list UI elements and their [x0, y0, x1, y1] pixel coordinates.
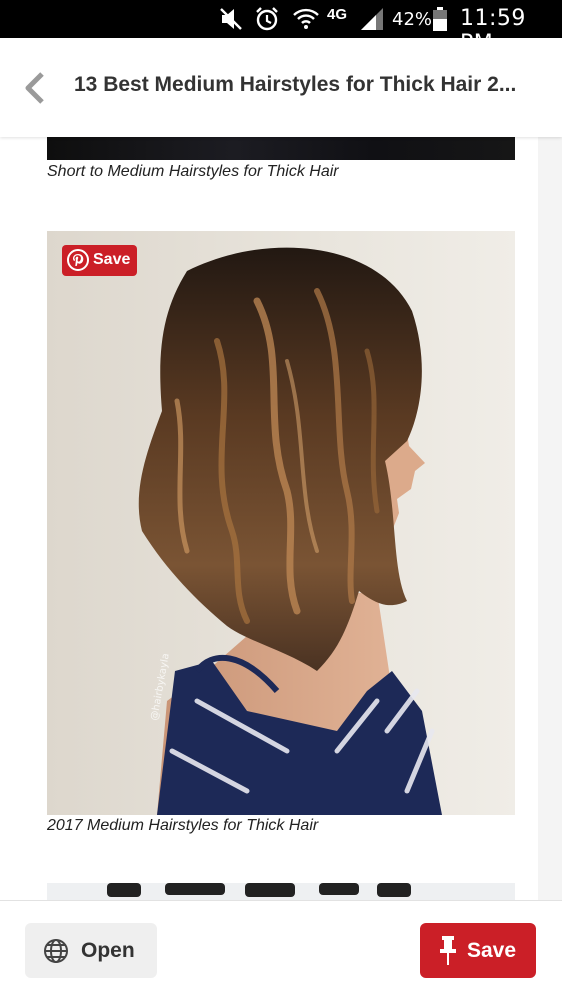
pinterest-logo-icon: [67, 249, 89, 271]
image-caption: Short to Medium Hairstyles for Thick Hai…: [47, 163, 339, 180]
battery-percent: 42%: [392, 9, 433, 30]
open-label: Open: [81, 939, 135, 962]
hairstyle-photo[interactable]: @hairbykayla: [47, 231, 515, 815]
hairstyle-illustration: @hairbykayla: [47, 231, 515, 815]
image-caption: 2017 Medium Hairstyles for Thick Hair: [47, 817, 319, 834]
next-article-image[interactable]: [47, 883, 515, 900]
open-button[interactable]: Open: [25, 923, 157, 978]
pin-save-button[interactable]: Save: [62, 245, 137, 276]
globe-icon: [44, 939, 68, 963]
scroll-track: [538, 137, 562, 900]
page-title: 13 Best Medium Hairstyles for Thick Hair…: [74, 73, 517, 96]
pushpin-icon: [440, 936, 456, 965]
save-button[interactable]: Save: [420, 923, 536, 978]
pin-save-label: Save: [93, 251, 131, 268]
status-bar: 4G 42% 11:59 PM: [0, 0, 562, 56]
battery-icon: [433, 7, 447, 31]
bottom-action-bar: Open Save: [0, 900, 562, 1001]
save-label: Save: [467, 939, 517, 962]
mute-icon: [220, 8, 242, 30]
network-type-label: 4G: [327, 6, 348, 23]
chevron-left-icon: [25, 72, 44, 104]
article-content[interactable]: Short to Medium Hairstyles for Thick Hai…: [0, 137, 540, 900]
back-button[interactable]: [20, 71, 50, 105]
next-image-illustration: [107, 883, 411, 897]
app-header: 13 Best Medium Hairstyles for Thick Hair…: [0, 38, 562, 137]
previous-article-image: [47, 137, 515, 160]
alarm-icon: [256, 7, 278, 31]
signal-icon: [361, 8, 383, 30]
wifi-icon: [293, 8, 319, 29]
